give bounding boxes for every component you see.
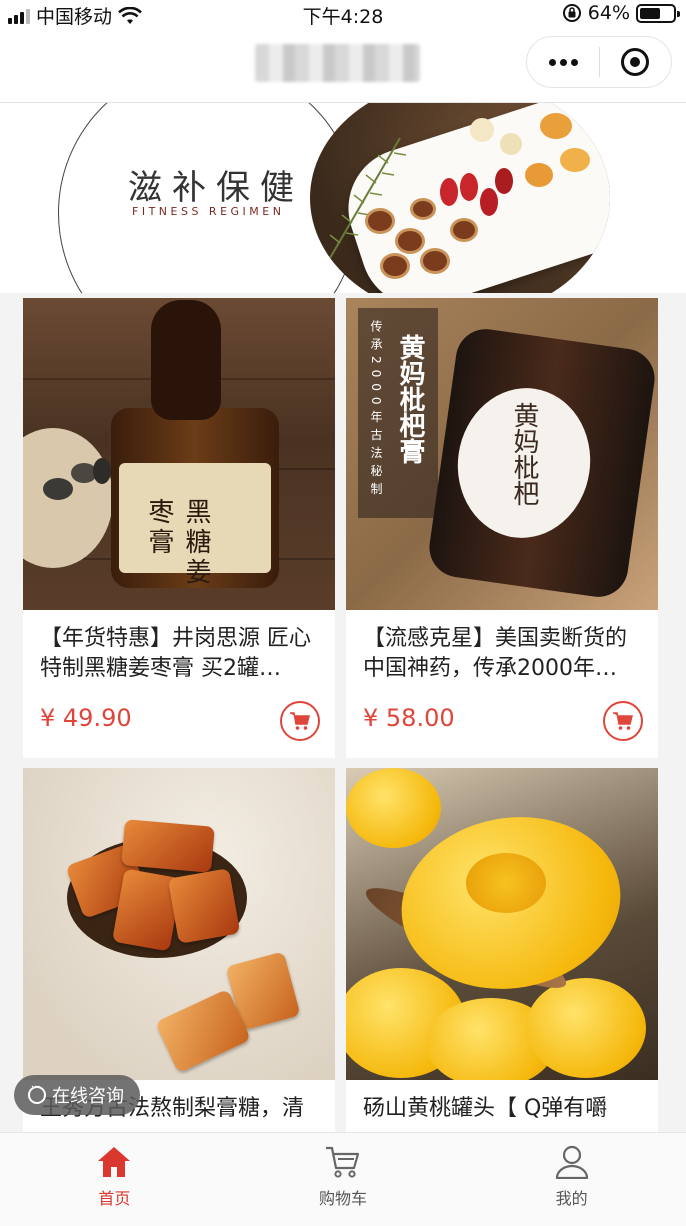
online-consult-button[interactable]: 在线咨询 <box>14 1075 140 1115</box>
add-to-cart-button[interactable] <box>603 701 643 741</box>
banner-title: 滋补保健 <box>128 168 304 208</box>
chat-bubble-icon <box>28 1082 46 1104</box>
close-mini-program-icon <box>621 48 650 76</box>
mini-program-capsule <box>526 36 672 88</box>
add-to-cart-button[interactable] <box>280 701 320 741</box>
tab-home[interactable]: 首页 <box>0 1133 229 1226</box>
more-button[interactable] <box>527 37 599 87</box>
user-icon <box>555 1145 588 1179</box>
tab-label: 我的 <box>555 1189 588 1208</box>
cart-icon <box>613 712 633 730</box>
product-card[interactable]: 黑糖姜枣膏 【年货特惠】井岗思源 匠心特制黑糖姜枣膏 买2罐… ¥ 49.90 <box>23 298 335 758</box>
nav-bar <box>0 28 686 103</box>
banner-subtitle: FITNESS REGIMEN <box>132 205 285 218</box>
tab-label: 首页 <box>98 1189 131 1208</box>
product-title[interactable]: 【年货特惠】井岗思源 匠心特制黑糖姜枣膏 买2罐… <box>40 624 322 684</box>
tab-label: 购物车 <box>319 1189 368 1208</box>
category-banner[interactable]: 滋补保健 FITNESS REGIMEN <box>0 103 686 293</box>
battery-icon <box>636 3 680 23</box>
product-image[interactable] <box>346 768 658 1080</box>
banner-photo <box>310 103 610 293</box>
status-right: 64% <box>562 2 680 24</box>
jar-spoon <box>151 300 221 420</box>
tab-profile[interactable]: 我的 <box>457 1133 686 1226</box>
tab-cart[interactable]: 购物车 <box>229 1133 458 1226</box>
product-card[interactable]: 砀山黄桃罐头【 Q弹有嚼 <box>346 768 658 1132</box>
cart-icon <box>290 712 310 730</box>
jar-label-text: 黑糖姜枣膏 <box>144 498 211 588</box>
close-mini-program-button[interactable] <box>600 37 671 87</box>
home-icon <box>98 1147 131 1177</box>
more-icon <box>548 58 578 66</box>
product-title[interactable]: 【流感克星】美国卖断货的中国神药，传承2000年… <box>363 624 645 684</box>
product-card[interactable]: 传承2000年古法秘制 黄妈枇杷膏 黄妈枇杷 【流感克星】美国卖断货的中国神药，… <box>346 298 658 758</box>
battery-percent: 64% <box>587 2 630 24</box>
status-bar: 中国移动 下午4:28 64% <box>0 0 686 28</box>
saucer <box>23 428 113 568</box>
tab-bar: 首页 购物车 我的 <box>0 1132 686 1226</box>
image-side-text: 传承2000年古法秘制 <box>369 320 383 501</box>
product-price: ¥ 58.00 <box>363 704 455 732</box>
jar-label-text: 黄妈枇杷 <box>509 402 539 506</box>
orientation-lock-icon <box>562 4 581 22</box>
cart-icon <box>326 1146 360 1178</box>
page-title-blurred <box>255 44 420 82</box>
product-image[interactable] <box>23 768 335 1080</box>
battery-fill <box>640 7 661 19</box>
online-consult-label: 在线咨询 <box>52 1086 124 1107</box>
product-title[interactable]: 砀山黄桃罐头【 Q弹有嚼 <box>363 1094 645 1124</box>
product-price: ¥ 49.90 <box>40 704 132 732</box>
product-image[interactable]: 黑糖姜枣膏 <box>23 298 335 610</box>
product-image[interactable]: 传承2000年古法秘制 黄妈枇杷膏 黄妈枇杷 <box>346 298 658 610</box>
image-main-text: 黄妈枇杷膏 <box>395 334 425 464</box>
